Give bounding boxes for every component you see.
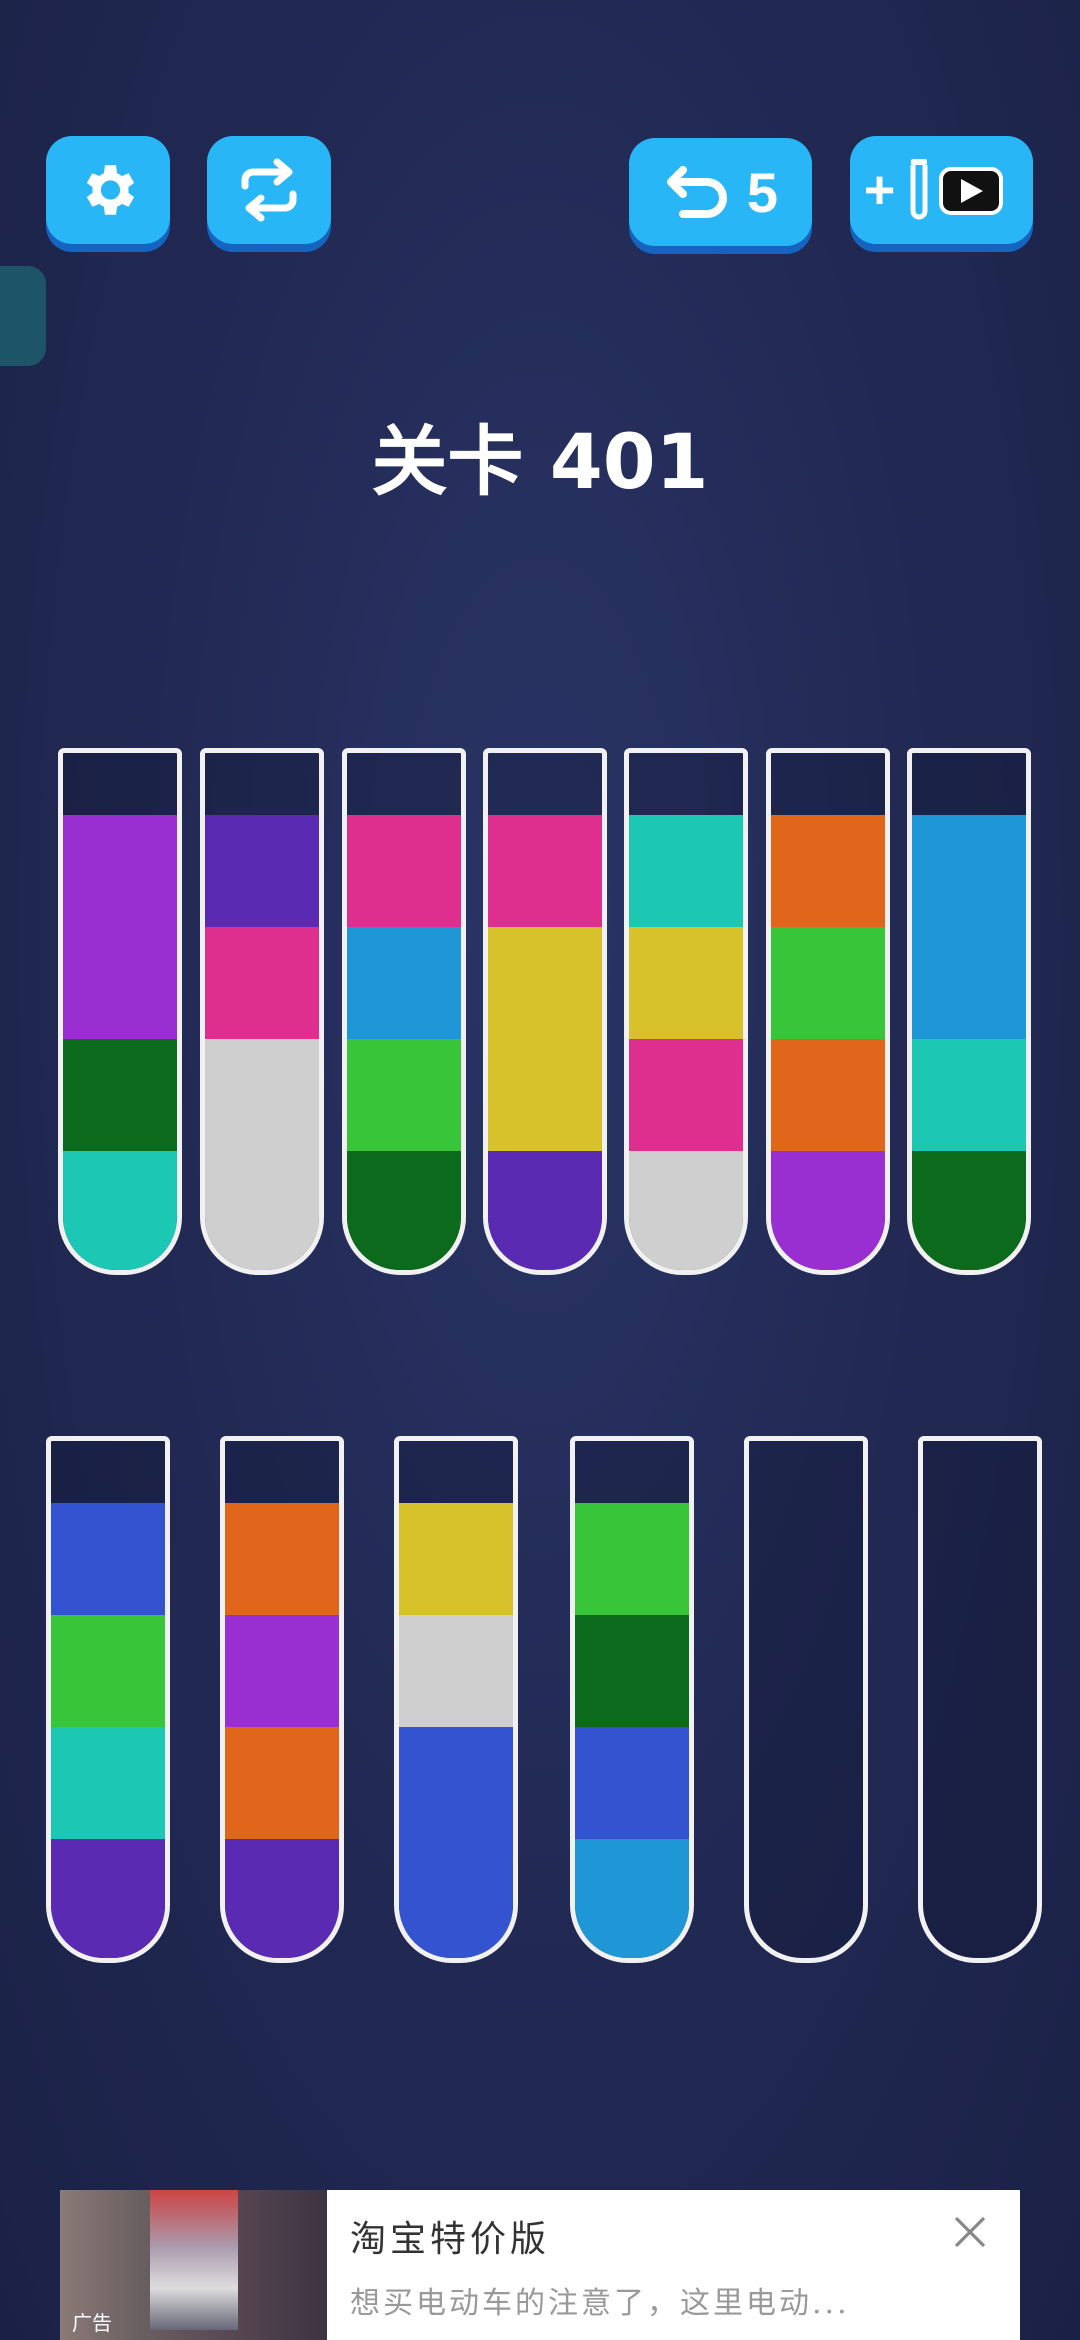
tube-4[interactable] [483,748,607,1275]
close-icon[interactable] [950,2212,990,2252]
sand-layer-white [205,1039,319,1151]
sand-layer-sky [347,927,461,1039]
sand-layer-indigo [225,1839,339,1958]
ad-banner[interactable]: 广告 淘宝特价版 想买电动车的注意了，这里电动... [60,2190,1020,2340]
tube-6[interactable] [766,748,890,1275]
sand-layer-lime [347,1039,461,1151]
sand-layer-purple [771,1151,885,1270]
sand-layer-yellow [488,927,602,1039]
tube-11[interactable] [570,1436,694,1963]
sand-layer-purple [63,927,177,1039]
sand-layer-yellow [629,927,743,1039]
sand-layer-yellow [488,1039,602,1151]
level-title: 关卡 401 [371,417,709,506]
tube-13[interactable] [918,1436,1042,1963]
sand-layer-blue [575,1727,689,1839]
sand-layer-lime [575,1503,689,1615]
undo-count: 5 [746,160,779,224]
sand-layer-darkgreen [347,1151,461,1270]
tube-12[interactable] [744,1436,868,1963]
tube-8[interactable] [46,1436,170,1963]
sand-layer-lime [771,927,885,1039]
sand-layer-indigo [205,815,319,927]
sand-layer-teal [63,1151,177,1270]
tube-1[interactable] [58,748,182,1275]
add-tube-button[interactable]: + [850,136,1033,244]
sand-layer-indigo [488,1151,602,1270]
sand-layer-darkgreen [63,1039,177,1151]
ad-description[interactable]: 想买电动车的注意了，这里电动... [350,2278,850,2322]
sand-layer-blue [399,1839,513,1958]
sand-layer-orange [771,815,885,927]
sand-layer-orange [225,1503,339,1615]
tube-video-icon [910,159,1004,220]
gear-icon [86,165,135,215]
sand-layer-darkgreen [575,1615,689,1727]
ad-title[interactable]: 淘宝特价版 [350,2210,550,2262]
sand-layer-yellow [399,1503,513,1615]
sand-layer-lime [51,1615,165,1727]
plus-label: + [863,160,896,220]
undo-button[interactable]: 5 [629,138,812,246]
tube-10[interactable] [394,1436,518,1963]
sand-layer-sky [575,1839,689,1958]
ad-thumbnail[interactable]: 广告 [60,2190,327,2340]
sand-layer-darkgreen [912,1151,1026,1270]
sand-layer-teal [51,1727,165,1839]
tube-7[interactable] [907,748,1031,1275]
sand-layer-blue [399,1727,513,1839]
sand-layer-indigo [51,1839,165,1958]
sand-layer-white [399,1615,513,1727]
sand-layer-orange [225,1727,339,1839]
shuffle-icon [241,158,297,222]
sand-layer-orange [771,1039,885,1151]
sand-layer-purple [225,1615,339,1727]
tube-2[interactable] [200,748,324,1275]
tube-5[interactable] [624,748,748,1275]
sand-layer-pink [629,1039,743,1151]
tube-3[interactable] [342,748,466,1275]
sand-layer-blue [51,1503,165,1615]
sand-layer-sky [912,815,1026,927]
sand-layer-pink [347,815,461,927]
sand-layer-white [205,1151,319,1270]
settings-button[interactable] [46,136,170,244]
sand-layer-pink [205,927,319,1039]
sand-layer-sky [912,927,1026,1039]
undo-icon [666,166,727,218]
sand-layer-pink [488,815,602,927]
sand-layer-teal [912,1039,1026,1151]
ad-label: 广告 [72,2311,112,2335]
sand-layer-purple [63,815,177,927]
shuffle-button[interactable] [207,136,331,244]
side-drawer-tab[interactable] [0,266,46,366]
sand-layer-white [629,1151,743,1270]
ad-thumbnail-image [150,2190,238,2330]
tube-9[interactable] [220,1436,344,1963]
sand-layer-teal [629,815,743,927]
